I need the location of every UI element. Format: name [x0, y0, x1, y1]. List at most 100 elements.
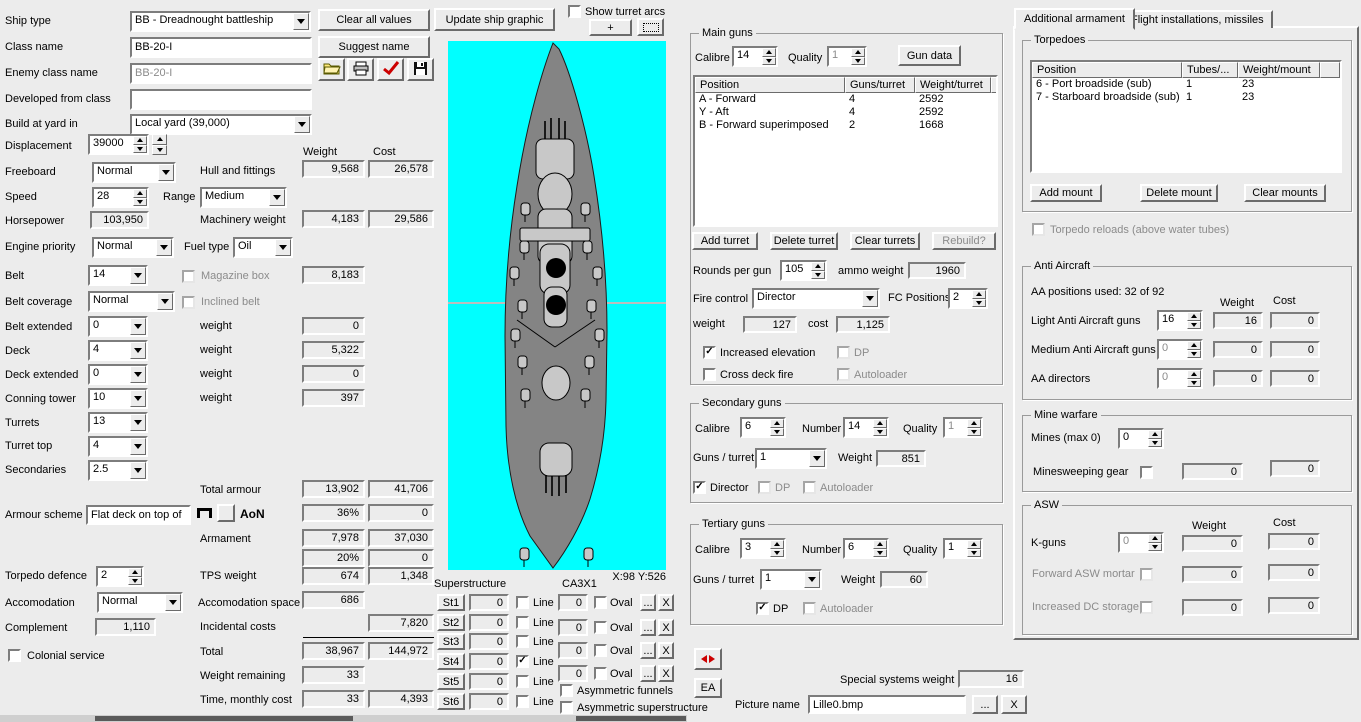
spin-down[interactable]: [967, 427, 981, 436]
ship-type-select[interactable]: BB - Dreadnought battleship: [130, 11, 311, 32]
torpedo-defence-spinner[interactable]: 2: [96, 566, 144, 587]
st3-button[interactable]: St3: [437, 633, 465, 650]
secondary-quality-spinner[interactable]: 1: [943, 417, 983, 438]
column-header[interactable]: Position: [1032, 62, 1182, 78]
spin-up[interactable]: [762, 48, 776, 57]
zoom-plus-button[interactable]: +: [589, 19, 632, 36]
table-row[interactable]: B - Forward superimposed 2 1668: [695, 119, 996, 132]
displacement-spinner[interactable]: 39000: [88, 134, 149, 155]
main-guns-table[interactable]: Position Guns/turret Weight/turret A - F…: [693, 75, 998, 227]
chevron-down-icon[interactable]: [269, 189, 285, 206]
spin-up[interactable]: [873, 540, 887, 549]
oval1-browse-button[interactable]: ...: [640, 594, 656, 611]
picture-name-input[interactable]: Lille0.bmp: [808, 695, 966, 714]
spin-up[interactable]: [770, 419, 784, 428]
cross-deck-fire-checkbox[interactable]: [703, 368, 716, 381]
main-calibre-spinner[interactable]: 14: [732, 46, 778, 67]
spin-down[interactable]: [152, 144, 167, 155]
developed-from-input[interactable]: [130, 89, 312, 110]
secondary-number-spinner[interactable]: 14: [843, 417, 889, 438]
chevron-down-icon[interactable]: [804, 571, 820, 588]
st5-line-checkbox[interactable]: [516, 675, 529, 688]
fuel-type-select[interactable]: Oil: [233, 237, 293, 258]
secondary-calibre-spinner[interactable]: 6: [740, 417, 786, 438]
suggest-name-button[interactable]: Suggest name: [318, 36, 430, 58]
open-file-button[interactable]: [318, 58, 345, 81]
deck-select[interactable]: 4: [88, 340, 148, 361]
ea-button[interactable]: EA: [694, 678, 722, 698]
spin-up[interactable]: [873, 419, 887, 428]
chevron-down-icon[interactable]: [158, 164, 174, 181]
update-ship-graphic-button[interactable]: Update ship graphic: [434, 8, 555, 31]
deck-extended-select[interactable]: 0: [88, 364, 148, 385]
save-button[interactable]: [407, 58, 434, 81]
light-aa-spinner[interactable]: 16: [1157, 310, 1203, 331]
chevron-down-icon[interactable]: [130, 438, 146, 455]
tertiary-quality-spinner[interactable]: 1: [943, 538, 983, 559]
enemy-class-input[interactable]: BB-20-I: [130, 63, 312, 84]
spin-down[interactable]: [1148, 438, 1162, 447]
spin-up[interactable]: [133, 136, 147, 145]
table-row[interactable]: Y - Aft 4 2592: [695, 106, 996, 119]
st3-line-checkbox[interactable]: [516, 635, 529, 648]
oval4-delete-button[interactable]: X: [658, 665, 674, 682]
torpedoes-table[interactable]: Position Tubes/... Weight/mount 6 - Port…: [1030, 60, 1342, 173]
belt-extended-select[interactable]: 0: [88, 316, 148, 337]
show-turret-arcs-checkbox[interactable]: [568, 5, 581, 18]
tertiary-guns-turret-select[interactable]: 1: [760, 569, 822, 590]
chevron-down-icon[interactable]: [130, 462, 146, 479]
chevron-down-icon[interactable]: [862, 290, 878, 307]
clear-turrets-button[interactable]: Clear turrets: [850, 232, 920, 250]
gun-data-button[interactable]: Gun data: [898, 45, 961, 66]
spin-up[interactable]: [967, 540, 981, 549]
column-header[interactable]: Guns/turret: [845, 77, 915, 93]
accomodation-select[interactable]: Normal: [97, 592, 183, 613]
spin-up[interactable]: [133, 189, 147, 198]
secondaries-select[interactable]: 2.5: [88, 460, 148, 481]
spin-up[interactable]: [1187, 341, 1201, 350]
chevron-down-icon[interactable]: [130, 390, 146, 407]
chevron-down-icon[interactable]: [130, 414, 146, 431]
spin-down[interactable]: [967, 548, 981, 557]
speed-spinner[interactable]: 28: [92, 187, 149, 208]
main-quality-spinner[interactable]: 1: [827, 46, 867, 67]
chevron-down-icon[interactable]: [293, 13, 309, 30]
spin-up[interactable]: [811, 262, 825, 271]
tab-flight-installations[interactable]: Flight installations, missiles: [1122, 10, 1273, 28]
oval1-delete-button[interactable]: X: [658, 594, 674, 611]
medium-aa-spinner[interactable]: 0: [1157, 339, 1203, 360]
secondary-guns-turret-select[interactable]: 1: [755, 448, 827, 469]
spin-up[interactable]: [152, 134, 167, 145]
turret-top-select[interactable]: 4: [88, 436, 148, 457]
spin-up[interactable]: [851, 48, 865, 57]
picture-browse-button[interactable]: ...: [972, 695, 998, 714]
column-header[interactable]: Position: [695, 77, 845, 93]
spin-up[interactable]: [972, 290, 986, 299]
tertiary-dp-checkbox[interactable]: ✓: [756, 602, 769, 615]
chevron-down-icon[interactable]: [275, 239, 291, 256]
spin-down[interactable]: [770, 548, 784, 557]
spin-down[interactable]: [811, 270, 825, 279]
asymmetric-funnels-checkbox[interactable]: [560, 684, 573, 697]
spin-down[interactable]: [873, 548, 887, 557]
st6-button[interactable]: St6: [437, 693, 465, 710]
chevron-down-icon[interactable]: [130, 318, 146, 335]
spin-up[interactable]: [1148, 430, 1162, 439]
spin-down[interactable]: [770, 427, 784, 436]
aa-directors-spinner[interactable]: 0: [1157, 368, 1203, 389]
oval3-checkbox[interactable]: [594, 644, 607, 657]
add-turret-button[interactable]: Add turret: [692, 232, 758, 250]
spin-up[interactable]: [1187, 370, 1201, 379]
oval1-checkbox[interactable]: [594, 596, 607, 609]
fc-positions-spinner[interactable]: 2: [948, 288, 988, 309]
fire-control-select[interactable]: Director: [752, 288, 880, 309]
displacement-coarse-spinner[interactable]: [152, 134, 167, 155]
st2-button[interactable]: St2: [437, 614, 465, 631]
chevron-down-icon[interactable]: [809, 450, 825, 467]
spin-down[interactable]: [1187, 378, 1201, 387]
table-row[interactable]: 7 - Starboard broadside (sub) 1 23: [1032, 91, 1340, 104]
chevron-down-icon[interactable]: [130, 342, 146, 359]
column-header[interactable]: Tubes/...: [1182, 62, 1238, 78]
secondary-director-checkbox[interactable]: ✓: [693, 481, 706, 494]
chevron-down-icon[interactable]: [294, 116, 310, 133]
